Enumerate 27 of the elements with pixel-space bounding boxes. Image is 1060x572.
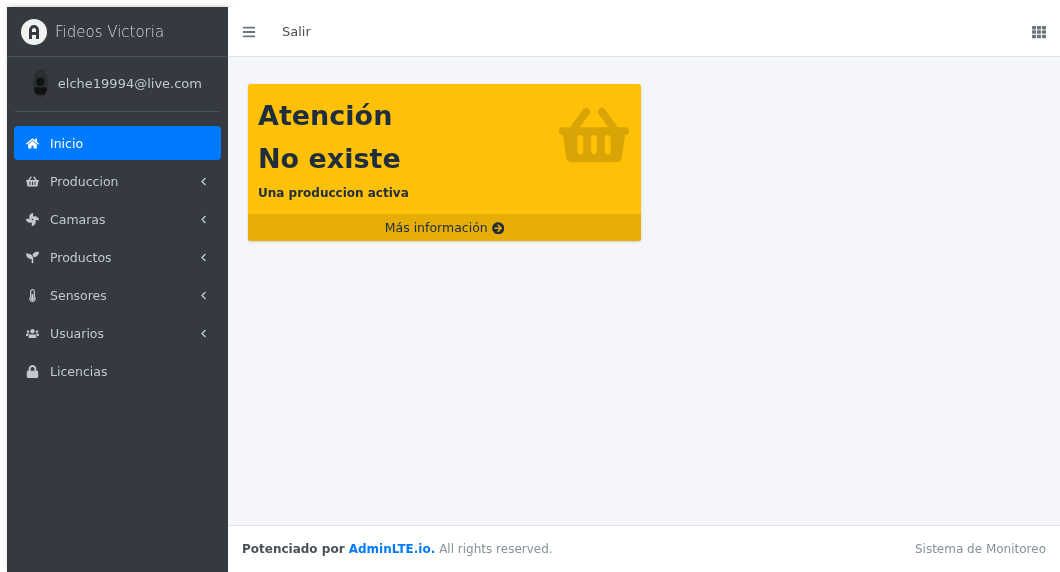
card-title: Atención (258, 99, 393, 133)
sidebar-item[interactable]: Camaras (14, 202, 221, 236)
sidebar-item[interactable]: Licencias (14, 354, 221, 388)
basket-icon (24, 174, 40, 188)
logo-icon (21, 18, 47, 45)
sidebar-item[interactable]: Produccion (14, 164, 221, 198)
user-email[interactable]: elche19994@live.com (57, 75, 202, 91)
home-icon (24, 136, 40, 150)
system-name: Sistema de Monitoreo (914, 542, 1046, 556)
arrow-right-icon (491, 221, 505, 235)
users-icon (24, 326, 40, 340)
fan-icon (24, 212, 40, 226)
sidebar-item[interactable]: Productos (14, 240, 221, 274)
brand-name: Fideos Victoria (55, 22, 165, 41)
sidebar-item[interactable]: Sensores (14, 278, 221, 312)
sidebar-item[interactable]: Inicio (14, 126, 221, 160)
card-text: Una produccion activa (258, 186, 409, 201)
grid-icon[interactable] (1032, 24, 1046, 39)
adminlte-link[interactable]: AdminLTE.io. (348, 542, 436, 556)
more-info-link[interactable]: Más información (248, 214, 641, 242)
user-avatar (33, 69, 48, 97)
sidebar-item[interactable]: Usuarios (14, 316, 221, 350)
sprout-icon (24, 250, 40, 264)
menu-icon[interactable] (242, 24, 256, 39)
copyright-text: Potenciado por AdminLTE.io. All rights reserved. (242, 542, 553, 556)
card-value: No existe (258, 142, 401, 177)
lock-icon (24, 364, 40, 378)
